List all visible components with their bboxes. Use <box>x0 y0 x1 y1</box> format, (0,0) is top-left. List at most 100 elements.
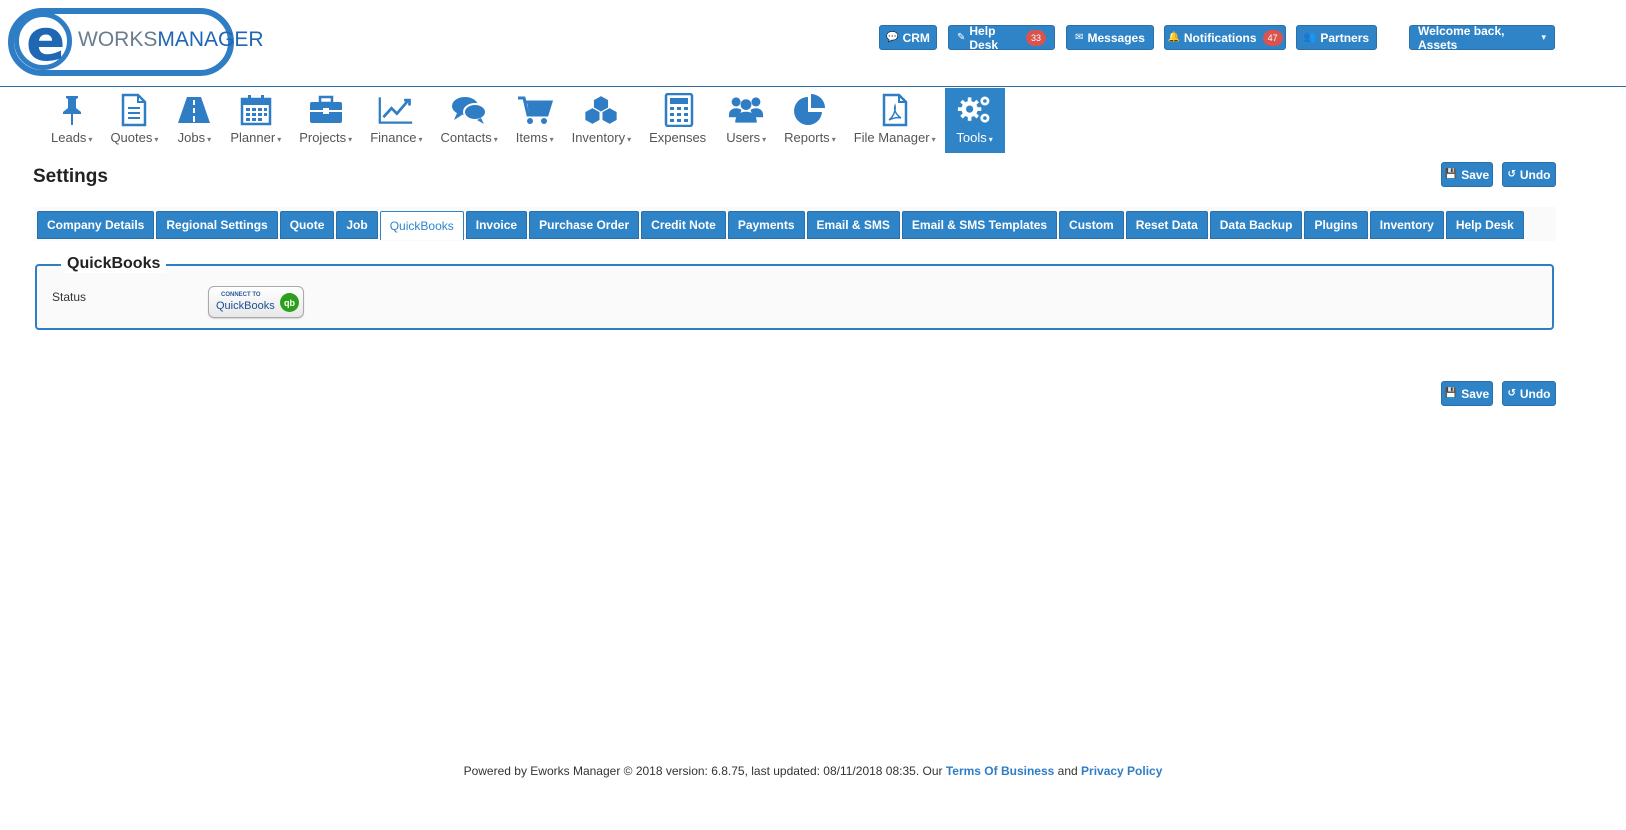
help-desk-button[interactable]: ✎ Help Desk 33 <box>948 24 1055 52</box>
line-chart-icon <box>378 92 414 128</box>
help-desk-count-badge: 33 <box>1025 29 1046 46</box>
caret-icon: ▾ <box>549 135 554 144</box>
nav-quotes-label: Quotes <box>110 130 153 145</box>
road-icon <box>176 92 212 128</box>
floppy-disk-icon: 💾 <box>1444 388 1458 399</box>
notifications-count-badge: 47 <box>1262 29 1283 46</box>
tab-data-backup[interactable]: Data Backup <box>1209 211 1303 239</box>
tab-email-sms-templates[interactable]: Email & SMS Templates <box>901 211 1058 239</box>
nav-file-manager[interactable]: File Manager ▾ <box>845 88 945 153</box>
tab-credit-note[interactable]: Credit Note <box>641 211 726 239</box>
nav-contacts[interactable]: Contacts ▾ <box>431 88 506 153</box>
caret-icon: ▾ <box>627 135 632 144</box>
envelope-icon: ✉ <box>1075 32 1084 43</box>
save-button-bottom[interactable]: 💾 Save <box>1441 381 1493 406</box>
briefcase-icon <box>308 92 344 128</box>
logo-brand-right: MANAGER <box>157 28 264 51</box>
cubes-icon <box>583 92 619 128</box>
nav-planner-label: Planner <box>230 130 276 145</box>
comments-icon <box>451 92 488 128</box>
pie-chart-icon <box>792 92 828 128</box>
nav-inventory[interactable]: Inventory ▾ <box>563 88 641 153</box>
tab-custom[interactable]: Custom <box>1059 211 1124 239</box>
quickbooks-legend: QuickBooks <box>61 255 167 273</box>
messages-label: Messages <box>1087 30 1145 45</box>
users-icon <box>728 92 764 128</box>
page-title: Settings <box>33 166 108 187</box>
undo-label: Undo <box>1519 167 1551 182</box>
tab-quickbooks[interactable]: QuickBooks <box>379 211 464 240</box>
logo-brand-left: WORKS <box>78 28 158 51</box>
comments-icon: 💬 <box>886 32 899 43</box>
tab-help-desk[interactable]: Help Desk <box>1445 211 1524 239</box>
pushpin-icon <box>54 92 90 128</box>
messages-button[interactable]: ✉ Messages <box>1066 25 1154 50</box>
caret-icon: ▾ <box>831 135 836 144</box>
nav-quotes[interactable]: Quotes ▾ <box>101 88 167 153</box>
tab-regional-settings[interactable]: Regional Settings <box>156 211 278 239</box>
privacy-policy-link[interactable]: Privacy Policy <box>1081 764 1162 778</box>
ticket-icon: ✎ <box>957 32 966 43</box>
terms-of-business-link[interactable]: Terms Of Business <box>946 764 1054 778</box>
tab-invoice[interactable]: Invoice <box>465 211 528 239</box>
caret-icon: ▾ <box>277 135 282 144</box>
status-label: Status <box>52 290 87 304</box>
save-label: Save <box>1461 167 1490 182</box>
nav-projects[interactable]: Projects ▾ <box>290 88 361 153</box>
tab-quote[interactable]: Quote <box>279 211 335 239</box>
quickbooks-panel: QuickBooks Status CONNECT TO QuickBooks … <box>35 255 1554 330</box>
tab-payments[interactable]: Payments <box>727 211 805 239</box>
crm-button[interactable]: 💬 CRM <box>879 25 937 50</box>
settings-tabs: Company Details Regional Settings Quote … <box>37 211 1526 240</box>
save-button-top[interactable]: 💾 Save <box>1441 162 1493 187</box>
nav-users[interactable]: Users ▾ <box>717 88 775 153</box>
caret-icon: ▾ <box>88 135 93 144</box>
undo-button-bottom[interactable]: ↺ Undo <box>1502 381 1556 406</box>
partners-button[interactable]: 👥 Partners <box>1296 25 1377 50</box>
tab-email-sms[interactable]: Email & SMS <box>806 211 900 239</box>
crm-label: CRM <box>902 30 930 45</box>
tab-company-details[interactable]: Company Details <box>37 211 155 239</box>
pdf-file-icon <box>877 92 913 128</box>
nav-expenses[interactable]: Expenses <box>640 88 717 153</box>
nav-reports[interactable]: Reports ▾ <box>775 88 845 153</box>
users-icon: 👥 <box>1303 32 1317 43</box>
logo-wordmark: WORKSMANAGER <box>78 28 264 52</box>
nav-file-manager-label: File Manager <box>853 130 930 145</box>
nav-inventory-label: Inventory <box>571 130 626 145</box>
calendar-icon <box>238 92 274 128</box>
nav-tools[interactable]: Tools ▾ <box>944 88 1005 153</box>
undo-label: Undo <box>1519 386 1551 401</box>
nav-planner[interactable]: Planner ▾ <box>221 88 290 153</box>
undo-icon: ↺ <box>1507 388 1516 399</box>
top-header: e WORKSMANAGER 💬 CRM ✎ Help Desk 33 ✉ Me… <box>0 0 1626 87</box>
tab-purchase-order[interactable]: Purchase Order <box>529 211 640 239</box>
cart-icon <box>517 92 553 128</box>
nav-expenses-label: Expenses <box>649 130 707 145</box>
tab-plugins[interactable]: Plugins <box>1304 211 1368 239</box>
nav-finance-label: Finance <box>370 130 417 145</box>
gears-icon <box>957 92 993 128</box>
user-menu-label: Welcome back, Assets <box>1418 23 1505 52</box>
undo-button-top[interactable]: ↺ Undo <box>1502 162 1556 187</box>
notifications-button[interactable]: 🔔 Notifications 47 <box>1164 25 1286 50</box>
tab-reset-data[interactable]: Reset Data <box>1125 211 1208 239</box>
tab-inventory[interactable]: Inventory <box>1369 211 1444 239</box>
nav-jobs-label: Jobs <box>177 130 206 145</box>
connect-to-quickbooks-button[interactable]: CONNECT TO QuickBooks qb <box>208 286 304 318</box>
connect-to-text: CONNECT TO <box>221 292 261 298</box>
tab-job[interactable]: Job <box>336 211 378 239</box>
save-label: Save <box>1461 386 1490 401</box>
nav-items[interactable]: Items ▾ <box>507 88 563 153</box>
user-menu-button[interactable]: Welcome back, Assets ▾ <box>1409 23 1555 52</box>
nav-finance[interactable]: Finance ▾ <box>361 88 431 153</box>
nav-contacts-label: Contacts <box>440 130 492 145</box>
nav-leads[interactable]: Leads ▾ <box>42 88 101 153</box>
quickbooks-logo-icon: qb <box>280 293 299 312</box>
caret-icon: ▾ <box>207 135 212 144</box>
nav-jobs[interactable]: Jobs ▾ <box>167 88 221 153</box>
eworks-logo[interactable]: e WORKSMANAGER <box>8 8 264 76</box>
footer: Powered by Eworks Manager © 2018 version… <box>0 764 1626 778</box>
document-icon <box>116 92 152 128</box>
caret-icon: ▾ <box>493 135 498 144</box>
